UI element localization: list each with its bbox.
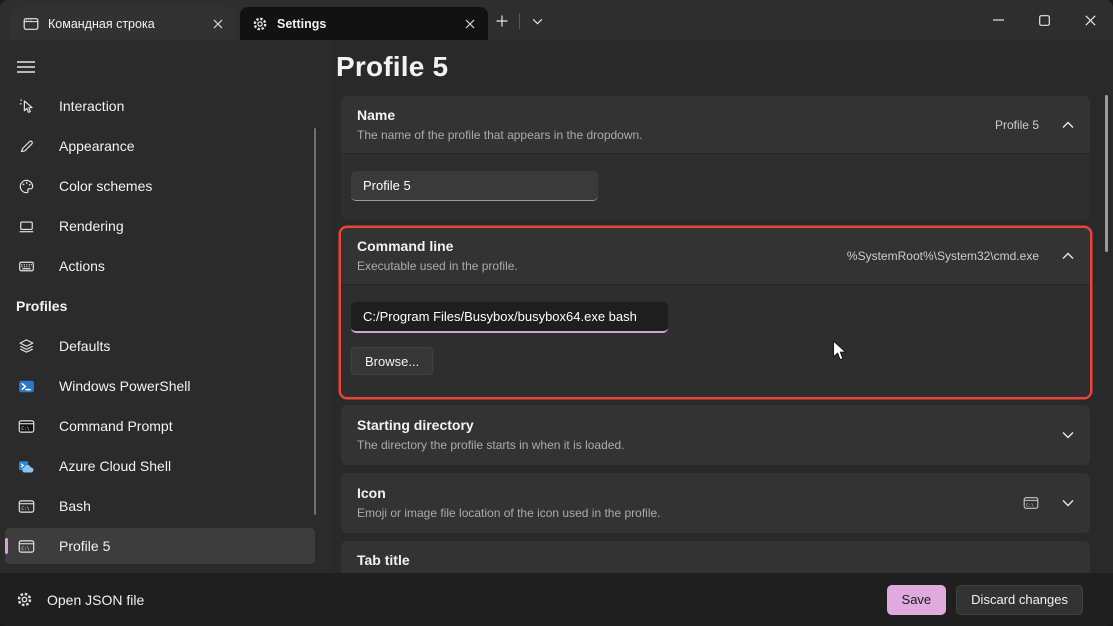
powershell-icon	[16, 376, 36, 396]
palette-icon	[16, 176, 36, 196]
sidebar-item-command-prompt[interactable]: C:\ Command Prompt	[5, 408, 315, 444]
command-line-expander-header[interactable]: Command line Executable used in the prof…	[341, 228, 1090, 284]
sidebar-item-label: Appearance	[59, 138, 135, 154]
setting-title: Command line	[357, 238, 518, 255]
setting-description: The directory the profile starts in when…	[357, 438, 624, 453]
svg-text:C:\: C:\	[21, 546, 30, 552]
open-json-file-label: Open JSON file	[47, 592, 144, 608]
paintbrush-icon	[16, 136, 36, 156]
gear-icon	[252, 16, 268, 32]
name-expander-body	[341, 153, 1090, 220]
gear-icon	[16, 591, 33, 608]
sidebar-item-bash[interactable]: C:\ Bash	[5, 488, 315, 524]
chevron-down-icon	[1062, 499, 1074, 507]
svg-text:C:\: C:\	[21, 426, 30, 432]
tabbar-separator	[519, 13, 520, 29]
svg-text:C:\: C:\	[1026, 502, 1034, 508]
minimize-button[interactable]	[975, 0, 1021, 40]
tab-bar: C:\ Командная строка Settings	[0, 0, 1113, 40]
setting-title: Name	[357, 107, 643, 124]
terminal-settings-window: C:\ Командная строка Settings	[0, 0, 1113, 626]
sidebar-scrollbar[interactable]	[314, 128, 316, 515]
tab-title-card[interactable]: Tab title	[341, 541, 1090, 573]
command-line-input[interactable]	[351, 302, 668, 333]
sidebar-item-azure-cloud-shell[interactable]: Azure Cloud Shell	[5, 448, 315, 484]
cmd-window-icon: C:\	[23, 16, 39, 32]
icon-card: Icon Emoji or image file location of the…	[341, 473, 1090, 533]
sidebar-item-label: Bash	[59, 498, 91, 514]
settings-sidebar: Interaction Appearance Color schemes Ren…	[0, 40, 330, 573]
tab-label: Командная строка	[48, 17, 208, 31]
setting-description: Emoji or image file location of the icon…	[357, 506, 661, 521]
sidebar-item-color-schemes[interactable]: Color schemes	[5, 168, 315, 204]
profiles-section-header: Profiles	[5, 288, 315, 324]
layers-icon	[16, 336, 36, 356]
bottom-bar: Open JSON file Save Discard changes	[0, 573, 1113, 626]
setting-title: Starting directory	[357, 417, 624, 434]
new-tab-button[interactable]	[488, 7, 516, 35]
chevron-up-icon	[1062, 252, 1074, 260]
command-line-card: Command line Executable used in the prof…	[341, 228, 1090, 397]
name-card: Name The name of the profile that appear…	[341, 96, 1090, 220]
setting-current-value: %SystemRoot%\System32\cmd.exe	[847, 249, 1039, 263]
tab-command-prompt[interactable]: C:\ Командная строка	[11, 7, 236, 40]
hamburger-menu-icon[interactable]	[9, 52, 43, 82]
svg-text:C:\: C:\	[21, 506, 30, 512]
starting-directory-expander-header[interactable]: Starting directory The directory the pro…	[341, 405, 1090, 465]
name-expander-header[interactable]: Name The name of the profile that appear…	[341, 96, 1090, 153]
icon-expander-header[interactable]: Icon Emoji or image file location of the…	[341, 473, 1090, 533]
browse-button[interactable]: Browse...	[351, 347, 433, 375]
sidebar-item-label: Command Prompt	[59, 418, 173, 434]
profile-icon-preview: C:\	[1023, 495, 1039, 511]
setting-description: The name of the profile that appears in …	[357, 128, 643, 143]
profile-name-input[interactable]	[351, 171, 598, 201]
tab-close-icon[interactable]	[208, 14, 228, 34]
terminal-window-icon: C:\	[16, 536, 36, 556]
close-window-button[interactable]	[1067, 0, 1113, 40]
starting-directory-card: Starting directory The directory the pro…	[341, 405, 1090, 465]
main-scrollbar[interactable]	[1105, 95, 1108, 252]
svg-text:C:\: C:\	[26, 17, 32, 21]
sidebar-item-defaults[interactable]: Defaults	[5, 328, 315, 364]
azure-cloud-shell-icon	[16, 456, 36, 476]
settings-main-panel: Profile 5 Name The name of the profile t…	[330, 40, 1113, 573]
chevron-up-icon	[1062, 121, 1074, 129]
sidebar-item-label: Interaction	[59, 98, 124, 114]
sidebar-item-label: Actions	[59, 258, 105, 274]
terminal-window-icon: C:\	[16, 496, 36, 516]
maximize-button[interactable]	[1021, 0, 1067, 40]
command-line-expander-body: Browse...	[341, 284, 1090, 397]
chevron-down-icon	[1062, 431, 1074, 439]
sidebar-item-rendering[interactable]: Rendering	[5, 208, 315, 244]
sidebar-item-label: Rendering	[59, 218, 124, 234]
tab-label: Settings	[277, 17, 460, 31]
window-controls	[975, 0, 1113, 40]
cmd-window-icon: C:\	[16, 416, 36, 436]
setting-title: Icon	[357, 485, 661, 502]
tab-close-icon[interactable]	[460, 14, 480, 34]
sidebar-item-label: Windows PowerShell	[59, 378, 191, 394]
interaction-pointer-icon	[16, 96, 36, 116]
sidebar-item-interaction[interactable]: Interaction	[5, 88, 315, 124]
sidebar-item-label: Defaults	[59, 338, 110, 354]
sidebar-item-label: Color schemes	[59, 178, 152, 194]
sidebar-item-actions[interactable]: Actions	[5, 248, 315, 284]
open-json-file-button[interactable]: Open JSON file	[16, 591, 144, 608]
discard-changes-button[interactable]: Discard changes	[956, 585, 1083, 615]
new-tab-dropdown-button[interactable]	[523, 7, 551, 35]
setting-title: Tab title	[341, 541, 1090, 569]
save-button[interactable]: Save	[887, 585, 947, 615]
monitor-icon	[16, 216, 36, 236]
page-title: Profile 5	[336, 50, 1113, 84]
sidebar-item-windows-powershell[interactable]: Windows PowerShell	[5, 368, 315, 404]
setting-description: Executable used in the profile.	[357, 259, 518, 274]
sidebar-item-label: Azure Cloud Shell	[59, 458, 171, 474]
sidebar-item-label: Profile 5	[59, 538, 110, 554]
sidebar-item-appearance[interactable]: Appearance	[5, 128, 315, 164]
sidebar-item-profile-5[interactable]: C:\ Profile 5	[5, 528, 315, 564]
tab-settings[interactable]: Settings	[240, 7, 488, 40]
keyboard-icon	[16, 256, 36, 276]
setting-current-value: Profile 5	[995, 118, 1039, 132]
